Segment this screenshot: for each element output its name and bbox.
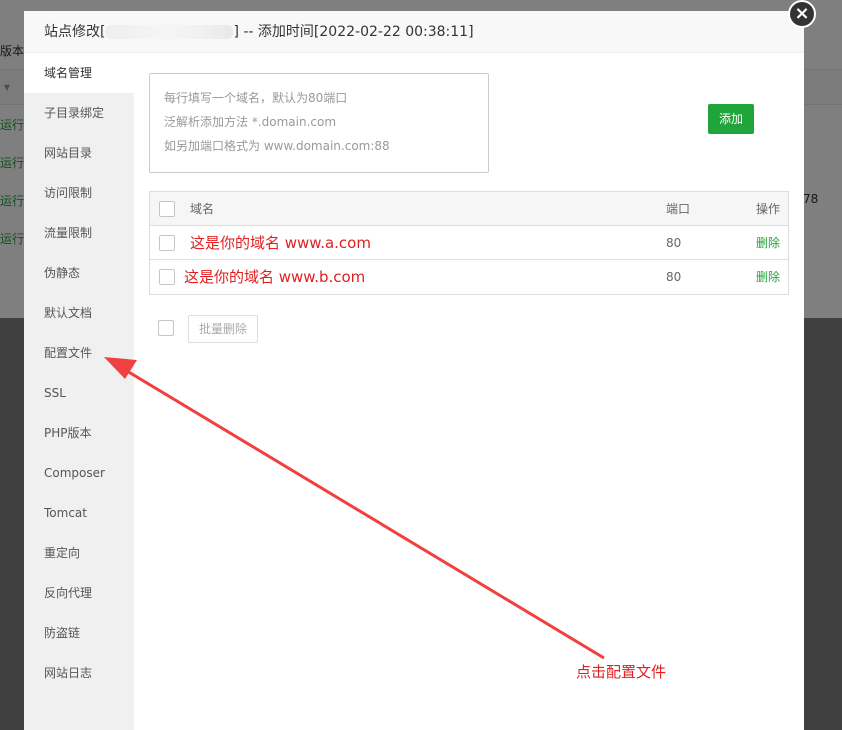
annotation-arrow-icon bbox=[104, 357, 605, 660]
annotation-text: 点击配置文件 bbox=[576, 663, 667, 681]
close-icon[interactable]: × bbox=[788, 0, 816, 28]
arrow-line bbox=[121, 366, 605, 660]
